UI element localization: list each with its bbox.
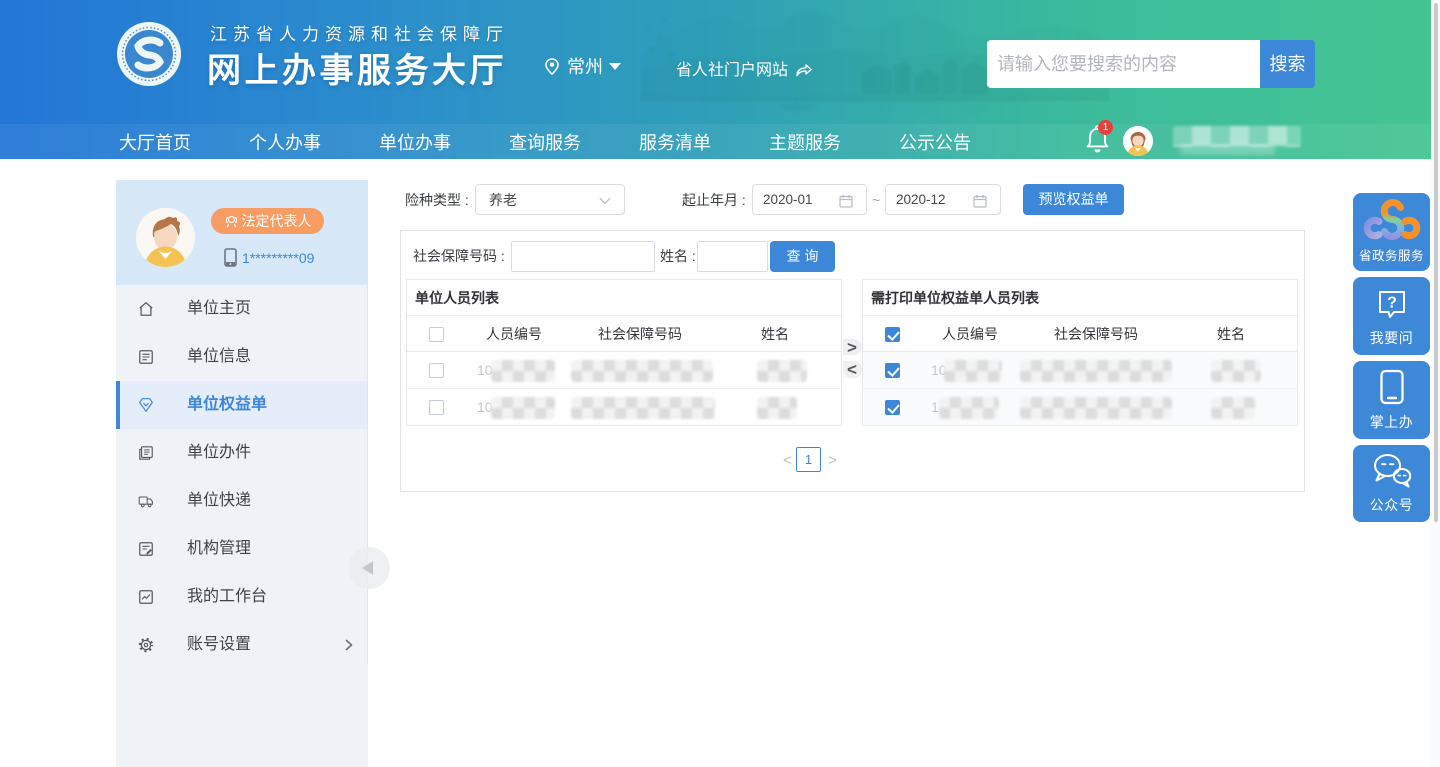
svg-text:?: ? [1387, 295, 1397, 312]
